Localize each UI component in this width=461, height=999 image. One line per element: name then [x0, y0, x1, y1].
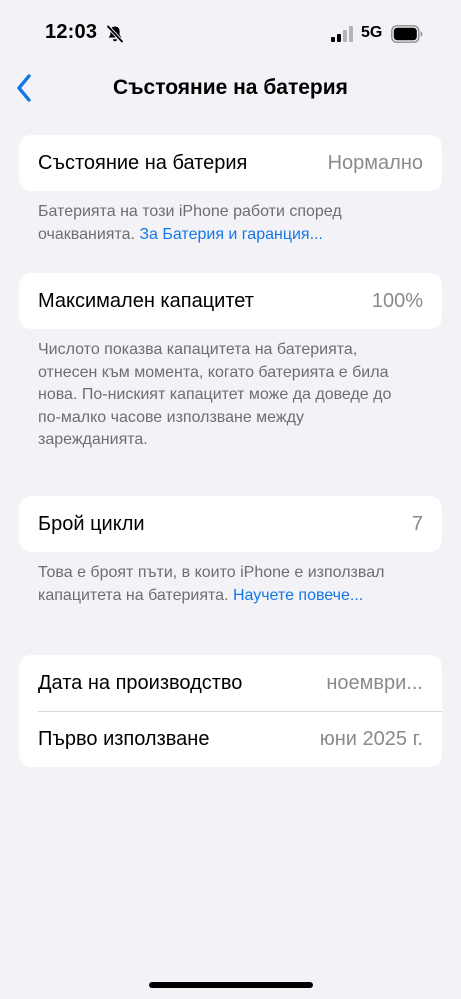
first-use-label: Първо използване	[38, 727, 210, 750]
battery-health-row: Състояние на батерия Нормално	[19, 135, 442, 191]
cycle-count-card: Брой цикли 7	[19, 496, 442, 552]
max-capacity-card: Максимален капацитет 100%	[19, 273, 442, 329]
bell-slash-icon	[106, 25, 124, 43]
cycle-count-footnote: Това е броят пъти, в които iPhone е изпо…	[38, 562, 430, 607]
status-time: 12:03	[45, 21, 98, 43]
battery-health-footnote: Батерията на този iPhone работи според о…	[38, 201, 430, 246]
signal-icon	[331, 26, 353, 42]
learn-more-link[interactable]: Научете повече...	[233, 587, 363, 604]
row-divider	[38, 711, 442, 712]
battery-health-card: Състояние на батерия Нормално	[19, 135, 442, 191]
max-capacity-value: 100%	[371, 289, 423, 312]
max-capacity-row: Максимален капацитет 100%	[19, 273, 442, 329]
manufacture-date-row: Дата на производство ноември...	[19, 655, 442, 711]
first-use-row: Първо използване юни 2025 г.	[19, 711, 442, 767]
dates-card: Дата на производство ноември... Първо из…	[19, 655, 442, 767]
page-title: Състояние на батерия	[113, 76, 348, 99]
max-capacity-label: Максимален капацитет	[38, 289, 254, 312]
network-label: 5G	[361, 24, 383, 41]
max-capacity-footnote: Числото показва капацитета на батерията,…	[38, 341, 392, 448]
battery-warranty-link[interactable]: За Батерия и гаранция...	[139, 226, 323, 243]
battery-icon	[391, 25, 423, 43]
battery-health-value: Нормално	[327, 151, 423, 174]
cycle-count-row: Брой цикли 7	[19, 496, 442, 552]
manufacture-date-label: Дата на производство	[38, 671, 243, 694]
nav-bar: Състояние на батерия	[0, 62, 461, 114]
home-indicator[interactable]	[149, 982, 313, 988]
first-use-value: юни 2025 г.	[319, 727, 423, 750]
cycle-count-label: Брой цикли	[38, 512, 145, 535]
cycle-count-value: 7	[411, 512, 423, 535]
manufacture-date-value: ноември...	[326, 671, 423, 694]
battery-health-label: Състояние на батерия	[38, 151, 248, 174]
status-bar: 12:03 5G	[0, 0, 461, 60]
